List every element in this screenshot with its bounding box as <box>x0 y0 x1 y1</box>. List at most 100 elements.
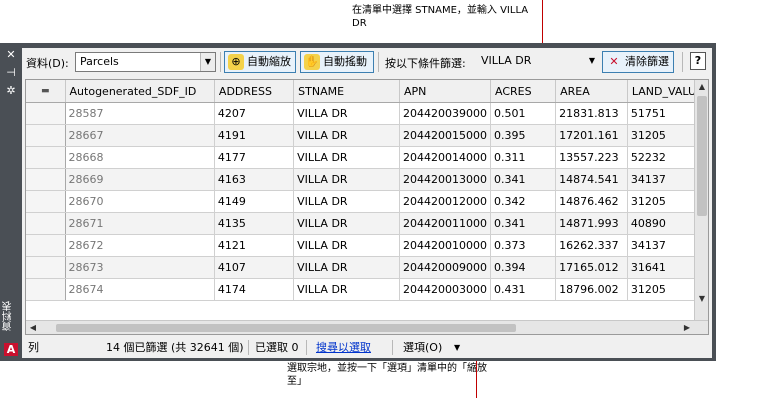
table-cell[interactable]: 4207 <box>214 102 295 125</box>
data-source-select[interactable]: Parcels ▼ <box>75 52 216 72</box>
select-all-corner[interactable]: ▬ <box>26 80 66 103</box>
table-cell[interactable]: 28673 <box>65 256 215 279</box>
table-cell[interactable]: 28669 <box>65 168 215 191</box>
chevron-down-icon[interactable]: ▼ <box>200 53 215 71</box>
scroll-thumb[interactable] <box>697 96 707 216</box>
table-row[interactable]: 28670 4149 VILLA DR 204420012000 0.342 14876.… <box>26 190 708 213</box>
row-header[interactable] <box>26 234 66 257</box>
table-cell[interactable]: 204420015000 <box>399 124 491 147</box>
table-cell[interactable]: 0.373 <box>490 234 557 257</box>
help-button[interactable]: ? <box>690 52 706 70</box>
table-cell[interactable]: VILLA DR <box>293 256 401 279</box>
table-cell[interactable]: 204420012000 <box>399 190 491 213</box>
table-cell[interactable]: 28587 <box>65 102 215 125</box>
auto-pan-button[interactable]: ✋ 自動搖動 <box>300 51 374 73</box>
close-icon[interactable]: ✕ <box>4 49 18 61</box>
scroll-left-icon[interactable]: ◀ <box>26 321 40 334</box>
table-cell[interactable]: VILLA DR <box>293 212 401 235</box>
table-cell[interactable]: 28668 <box>65 146 215 169</box>
horizontal-scrollbar[interactable]: ◀ ▶ <box>26 320 708 334</box>
options-menu[interactable]: 選項(O) <box>403 337 442 358</box>
table-row[interactable]: 28587 4207 VILLA DR 204420039000 0.501 21831.… <box>26 102 708 125</box>
table-cell[interactable]: 4177 <box>214 146 295 169</box>
table-row[interactable]: 28674 4174 VILLA DR 204420003000 0.431 18796.… <box>26 278 708 301</box>
table-row[interactable]: 28668 4177 VILLA DR 204420014000 0.311 13557.… <box>26 146 708 169</box>
chevron-down-icon[interactable]: ▼ <box>454 337 460 358</box>
row-header[interactable] <box>26 168 66 191</box>
table-cell[interactable]: 204420013000 <box>399 168 491 191</box>
row-header[interactable] <box>26 190 66 213</box>
table-cell[interactable]: VILLA DR <box>293 168 401 191</box>
column-header[interactable]: ACRES <box>490 80 557 103</box>
column-header[interactable]: ADDRESS <box>214 80 295 103</box>
table-row[interactable]: 28672 4121 VILLA DR 204420010000 0.373 16262.… <box>26 234 708 257</box>
scroll-thumb-horizontal[interactable] <box>56 324 516 332</box>
table-cell[interactable]: 0.311 <box>490 146 557 169</box>
column-header[interactable]: STNAME <box>293 80 401 103</box>
column-header[interactable]: AREA <box>555 80 628 103</box>
row-header[interactable] <box>26 102 66 125</box>
table-cell[interactable]: 17165.012 <box>555 256 628 279</box>
table-cell[interactable]: 17201.161 <box>555 124 628 147</box>
table-cell[interactable]: 0.341 <box>490 168 557 191</box>
table-cell[interactable]: 28674 <box>65 278 215 301</box>
table-cell[interactable]: 21831.813 <box>555 102 628 125</box>
auto-zoom-button[interactable]: ⊕ 自動縮放 <box>224 51 296 73</box>
table-cell[interactable]: 4174 <box>214 278 295 301</box>
table-row[interactable]: 28669 4163 VILLA DR 204420013000 0.341 14874.… <box>26 168 708 191</box>
scroll-down-icon[interactable]: ▼ <box>695 292 708 306</box>
column-header[interactable]: APN <box>399 80 491 103</box>
row-header[interactable] <box>26 146 66 169</box>
table-cell[interactable]: 204420010000 <box>399 234 491 257</box>
search-selection-link[interactable]: 搜尋以選取 <box>316 337 371 358</box>
table-cell[interactable]: 28667 <box>65 124 215 147</box>
table-cell[interactable]: 14874.541 <box>555 168 628 191</box>
table-cell[interactable]: 0.342 <box>490 190 557 213</box>
table-cell[interactable]: 4191 <box>214 124 295 147</box>
scroll-up-icon[interactable]: ▲ <box>695 80 708 94</box>
table-row[interactable]: 28673 4107 VILLA DR 204420009000 0.394 17165.… <box>26 256 708 279</box>
table-cell[interactable]: 0.431 <box>490 278 557 301</box>
table-cell[interactable]: 204420003000 <box>399 278 491 301</box>
table-cell[interactable]: 204420039000 <box>399 102 491 125</box>
table-cell[interactable]: 14871.993 <box>555 212 628 235</box>
table-cell[interactable]: 18796.002 <box>555 278 628 301</box>
row-header[interactable] <box>26 212 66 235</box>
clear-filter-button[interactable]: ✕ 清除篩選 <box>602 51 674 73</box>
table-cell[interactable]: 4135 <box>214 212 295 235</box>
chevron-down-icon[interactable]: ▼ <box>585 52 599 70</box>
row-header[interactable] <box>26 256 66 279</box>
table-cell[interactable]: 204420009000 <box>399 256 491 279</box>
column-header[interactable]: Autogenerated_SDF_ID <box>65 80 215 103</box>
properties-icon[interactable]: ✲ <box>4 85 18 97</box>
table-cell[interactable]: VILLA DR <box>293 234 401 257</box>
table-cell[interactable]: 13557.223 <box>555 146 628 169</box>
table-cell[interactable]: 0.341 <box>490 212 557 235</box>
table-cell[interactable]: VILLA DR <box>293 102 401 125</box>
table-cell[interactable]: VILLA DR <box>293 146 401 169</box>
table-cell[interactable]: 28672 <box>65 234 215 257</box>
autohide-icon[interactable]: ⊣ <box>4 67 18 79</box>
table-cell[interactable]: 16262.337 <box>555 234 628 257</box>
table-cell[interactable]: VILLA DR <box>293 124 401 147</box>
table-cell[interactable]: 4121 <box>214 234 295 257</box>
table-cell[interactable]: 0.394 <box>490 256 557 279</box>
table-cell[interactable]: 28670 <box>65 190 215 213</box>
table-row[interactable]: 28671 4135 VILLA DR 204420011000 0.341 14871.… <box>26 212 708 235</box>
filter-value-select[interactable]: VILLA DR ▼ <box>477 52 599 72</box>
row-header[interactable] <box>26 124 66 147</box>
table-cell[interactable]: 4149 <box>214 190 295 213</box>
table-cell[interactable]: 28671 <box>65 212 215 235</box>
table-cell[interactable]: 0.501 <box>490 102 557 125</box>
table-cell[interactable]: VILLA DR <box>293 190 401 213</box>
table-cell[interactable]: 4163 <box>214 168 295 191</box>
vertical-scrollbar[interactable]: ▲ ▼ <box>694 80 708 320</box>
row-header[interactable] <box>26 278 66 301</box>
table-cell[interactable]: 4107 <box>214 256 295 279</box>
table-cell[interactable]: 0.395 <box>490 124 557 147</box>
table-cell[interactable]: 204420011000 <box>399 212 491 235</box>
table-cell[interactable]: VILLA DR <box>293 278 401 301</box>
scroll-right-icon[interactable]: ▶ <box>680 321 694 334</box>
table-row[interactable]: 28667 4191 VILLA DR 204420015000 0.395 17201.… <box>26 124 708 147</box>
table-cell[interactable]: 14876.462 <box>555 190 628 213</box>
